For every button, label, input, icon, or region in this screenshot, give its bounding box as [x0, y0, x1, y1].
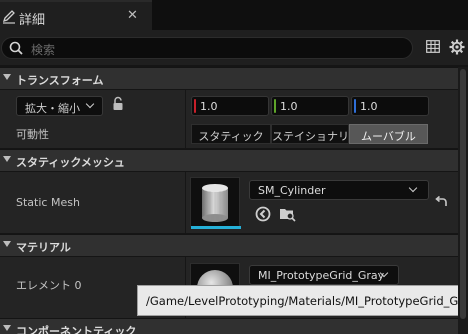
mobility-option-label: スタティック [198, 130, 264, 143]
static-mesh-row: Static Mesh SM_Cylinder [0, 172, 458, 233]
section-material[interactable]: マテリアル [0, 234, 458, 256]
mobility-label: 可動性 [16, 128, 49, 141]
search-icon [9, 41, 23, 55]
scale-x-value: 1.0 [200, 100, 218, 113]
section-static-mesh-label: スタティックメッシュ [16, 156, 125, 169]
expand-arrow-icon [3, 241, 11, 247]
scale-y-value: 1.0 [280, 100, 298, 113]
static-mesh-value: SM_Cylinder [258, 184, 326, 197]
chevron-down-icon [85, 99, 95, 109]
mobility-row: 可動性 スタティック ステイショナリ ムーバブル [0, 120, 458, 148]
tab-details[interactable]: 詳細 ✕ [0, 0, 152, 30]
search-bar-row: 検索 [0, 30, 468, 65]
column-divider [185, 120, 186, 148]
table-icon[interactable] [426, 40, 440, 53]
search-input[interactable]: 検索 [1, 37, 413, 59]
scrollbar-thumb[interactable] [460, 69, 466, 319]
section-transform[interactable]: トランスフォーム [0, 67, 458, 89]
column-divider [185, 172, 186, 233]
static-mesh-dropdown[interactable]: SM_Cylinder [249, 180, 429, 200]
reset-arrow-icon[interactable] [434, 196, 448, 208]
close-icon[interactable]: ✕ [127, 8, 138, 23]
expand-arrow-icon [3, 156, 11, 162]
asset-path-tooltip: /Game/LevelPrototyping/Materials/MI_Prot… [137, 285, 468, 316]
tab-title: 詳細 [19, 13, 46, 28]
expand-arrow-icon [3, 74, 11, 80]
section-material-label: マテリアル [16, 241, 71, 254]
scale-z-value: 1.0 [360, 100, 378, 113]
z-axis-indicator [354, 99, 356, 113]
selection-underline [191, 226, 241, 229]
scale-mode-dropdown[interactable]: 拡大・縮小 [16, 96, 103, 116]
scale-z-field[interactable]: 1.0 [351, 96, 429, 116]
section-component-tick[interactable]: コンポーネントティック [0, 318, 458, 334]
cylinder-preview-image [202, 184, 228, 222]
gear-icon[interactable] [449, 39, 465, 55]
section-static-mesh[interactable]: スタティックメッシュ [0, 149, 458, 171]
browse-arrow-icon[interactable] [255, 206, 271, 222]
find-folder-icon[interactable] [279, 206, 296, 222]
tooltip-text: /Game/LevelPrototyping/Materials/MI_Prot… [146, 294, 468, 308]
scale-row: 拡大・縮小 1.0 1.0 1.0 [0, 90, 458, 120]
material-dropdown[interactable]: MI_PrototypeGrid_Gray [249, 265, 399, 285]
lock-icon[interactable] [111, 96, 125, 112]
chevron-down-icon [408, 183, 418, 193]
y-axis-indicator [274, 99, 276, 113]
tab-strip: 詳細 ✕ [0, 0, 468, 30]
scale-x-field[interactable]: 1.0 [191, 96, 269, 116]
scale-y-field[interactable]: 1.0 [271, 96, 349, 116]
mobility-option-stationary[interactable]: ステイショナリ [271, 124, 349, 144]
pencil-icon [2, 10, 15, 24]
column-divider [185, 90, 186, 120]
section-component-tick-label: コンポーネントティック [16, 325, 137, 334]
static-mesh-label: Static Mesh [16, 196, 80, 209]
material-value: MI_PrototypeGrid_Gray [258, 269, 385, 282]
mobility-option-static[interactable]: スタティック [191, 124, 271, 144]
mobility-option-label: ムーバブル [361, 130, 416, 143]
x-axis-indicator [194, 99, 196, 113]
mobility-option-movable[interactable]: ムーバブル [349, 124, 428, 144]
mesh-thumbnail[interactable] [190, 177, 241, 229]
scrollbar[interactable] [458, 67, 468, 334]
scale-mode-label: 拡大・縮小 [25, 102, 80, 115]
mobility-option-label: ステイショナリ [272, 130, 348, 143]
section-transform-label: トランスフォーム [16, 74, 104, 87]
material-element-label: エレメント 0 [16, 279, 82, 292]
search-placeholder: 検索 [31, 43, 56, 57]
expand-arrow-icon [3, 325, 11, 331]
